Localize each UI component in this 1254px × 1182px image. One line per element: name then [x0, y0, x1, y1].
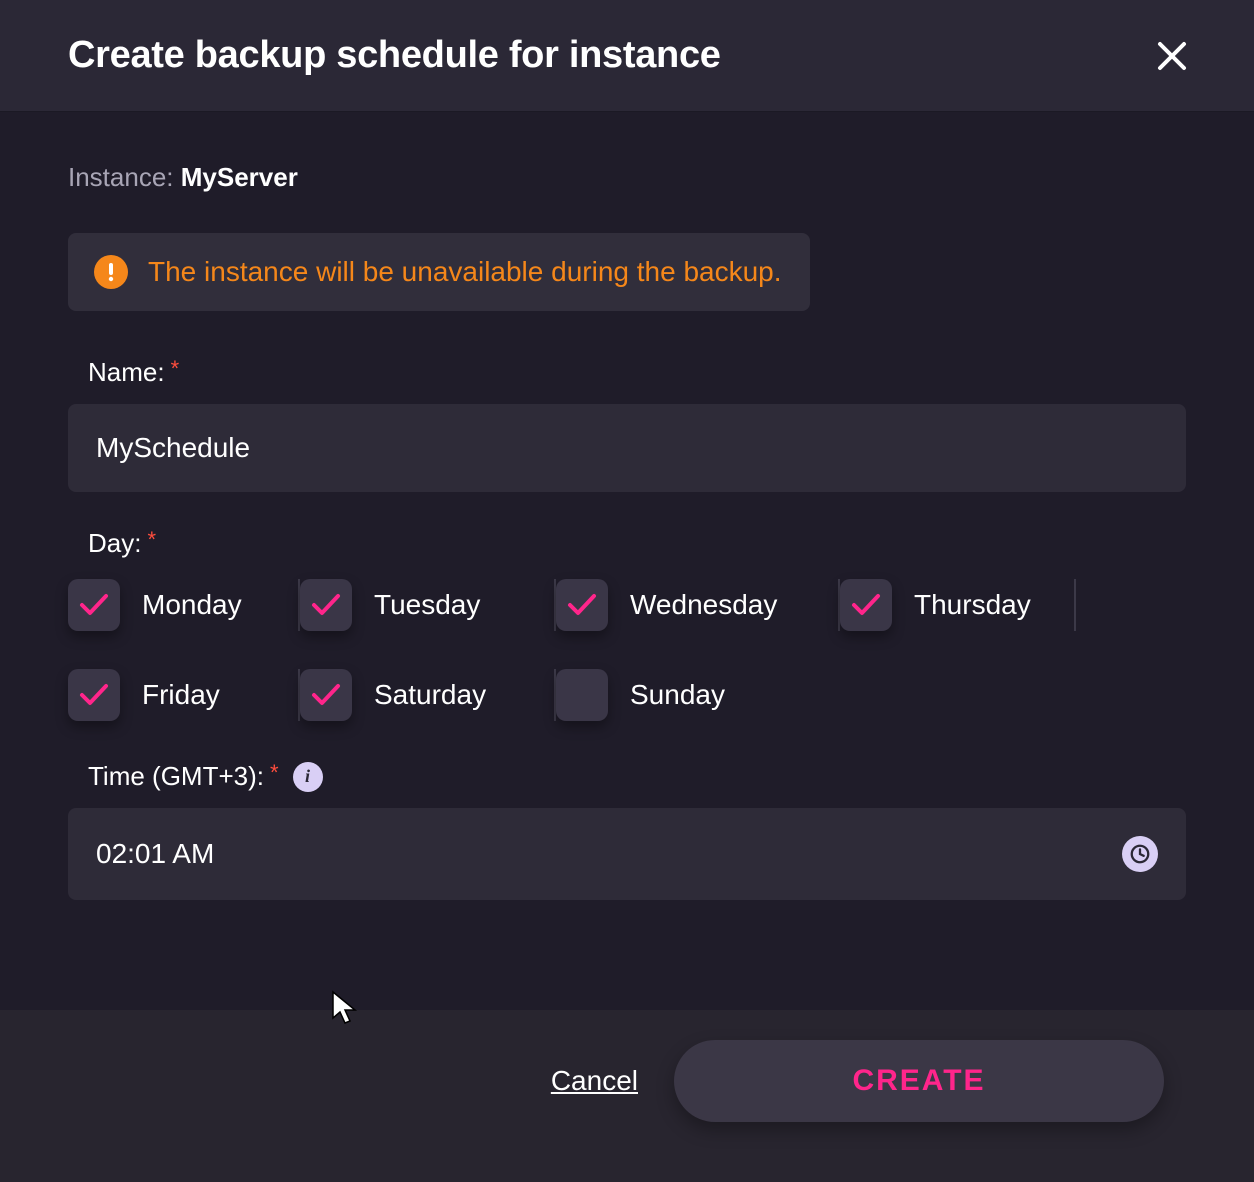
day-label: Day: [88, 528, 141, 559]
info-icon[interactable]: i [293, 762, 323, 792]
modal-header: Create backup schedule for instance [0, 0, 1254, 112]
time-label-row: Time (GMT+3): * i [88, 761, 1186, 792]
name-input[interactable] [68, 404, 1186, 492]
modal-body: Instance: MyServer The instance will be … [0, 112, 1254, 1010]
day-wednesday[interactable]: Wednesday [556, 575, 840, 635]
name-label-row: Name: * [88, 357, 1186, 388]
check-icon [567, 592, 597, 618]
checkbox-thursday[interactable] [840, 579, 892, 631]
time-input[interactable]: 02:01 AM [68, 808, 1186, 900]
warning-icon [94, 255, 128, 289]
warning-text: The instance will be unavailable during … [148, 256, 782, 288]
clock-icon[interactable] [1122, 836, 1158, 872]
name-field: Name: * [68, 357, 1186, 492]
day-label-text: Friday [142, 679, 220, 711]
create-button[interactable]: CREATE [674, 1040, 1164, 1122]
instance-row: Instance: MyServer [68, 162, 1186, 193]
check-icon [311, 682, 341, 708]
check-icon [311, 592, 341, 618]
checkbox-wednesday[interactable] [556, 579, 608, 631]
cancel-button[interactable]: Cancel [551, 1065, 638, 1097]
day-tuesday[interactable]: Tuesday [300, 575, 556, 635]
day-thursday[interactable]: Thursday [840, 575, 1076, 635]
day-field: Day: * Monday Tuesday [68, 528, 1186, 725]
required-star: * [171, 356, 180, 382]
required-star: * [270, 760, 279, 786]
day-label-text: Thursday [914, 589, 1031, 621]
close-button[interactable] [1152, 36, 1192, 76]
day-label-text: Wednesday [630, 589, 777, 621]
day-friday[interactable]: Friday [68, 665, 300, 725]
day-label-text: Tuesday [374, 589, 480, 621]
close-icon [1156, 40, 1188, 72]
time-field: Time (GMT+3): * i 02:01 AM [68, 761, 1186, 900]
modal-footer: Cancel CREATE [0, 1010, 1254, 1182]
modal-title: Create backup schedule for instance [68, 34, 721, 77]
instance-name: MyServer [181, 162, 298, 192]
day-label-text: Saturday [374, 679, 486, 711]
time-value: 02:01 AM [96, 838, 214, 870]
day-monday[interactable]: Monday [68, 575, 300, 635]
checkbox-monday[interactable] [68, 579, 120, 631]
day-label-text: Sunday [630, 679, 725, 711]
time-label: Time (GMT+3): [88, 761, 264, 792]
warning-alert: The instance will be unavailable during … [68, 233, 810, 311]
name-label: Name: [88, 357, 165, 388]
checkbox-saturday[interactable] [300, 669, 352, 721]
check-icon [79, 682, 109, 708]
days-grid: Monday Tuesday Wednesday [68, 575, 1186, 725]
checkbox-friday[interactable] [68, 669, 120, 721]
day-label-text: Monday [142, 589, 242, 621]
checkbox-sunday[interactable] [556, 669, 608, 721]
backup-schedule-modal: Create backup schedule for instance Inst… [0, 0, 1254, 1182]
day-sunday[interactable]: Sunday [556, 665, 840, 725]
check-icon [79, 592, 109, 618]
instance-label: Instance: [68, 162, 174, 192]
day-label-row: Day: * [88, 528, 1186, 559]
required-star: * [147, 527, 156, 553]
day-saturday[interactable]: Saturday [300, 665, 556, 725]
checkbox-tuesday[interactable] [300, 579, 352, 631]
check-icon [851, 592, 881, 618]
